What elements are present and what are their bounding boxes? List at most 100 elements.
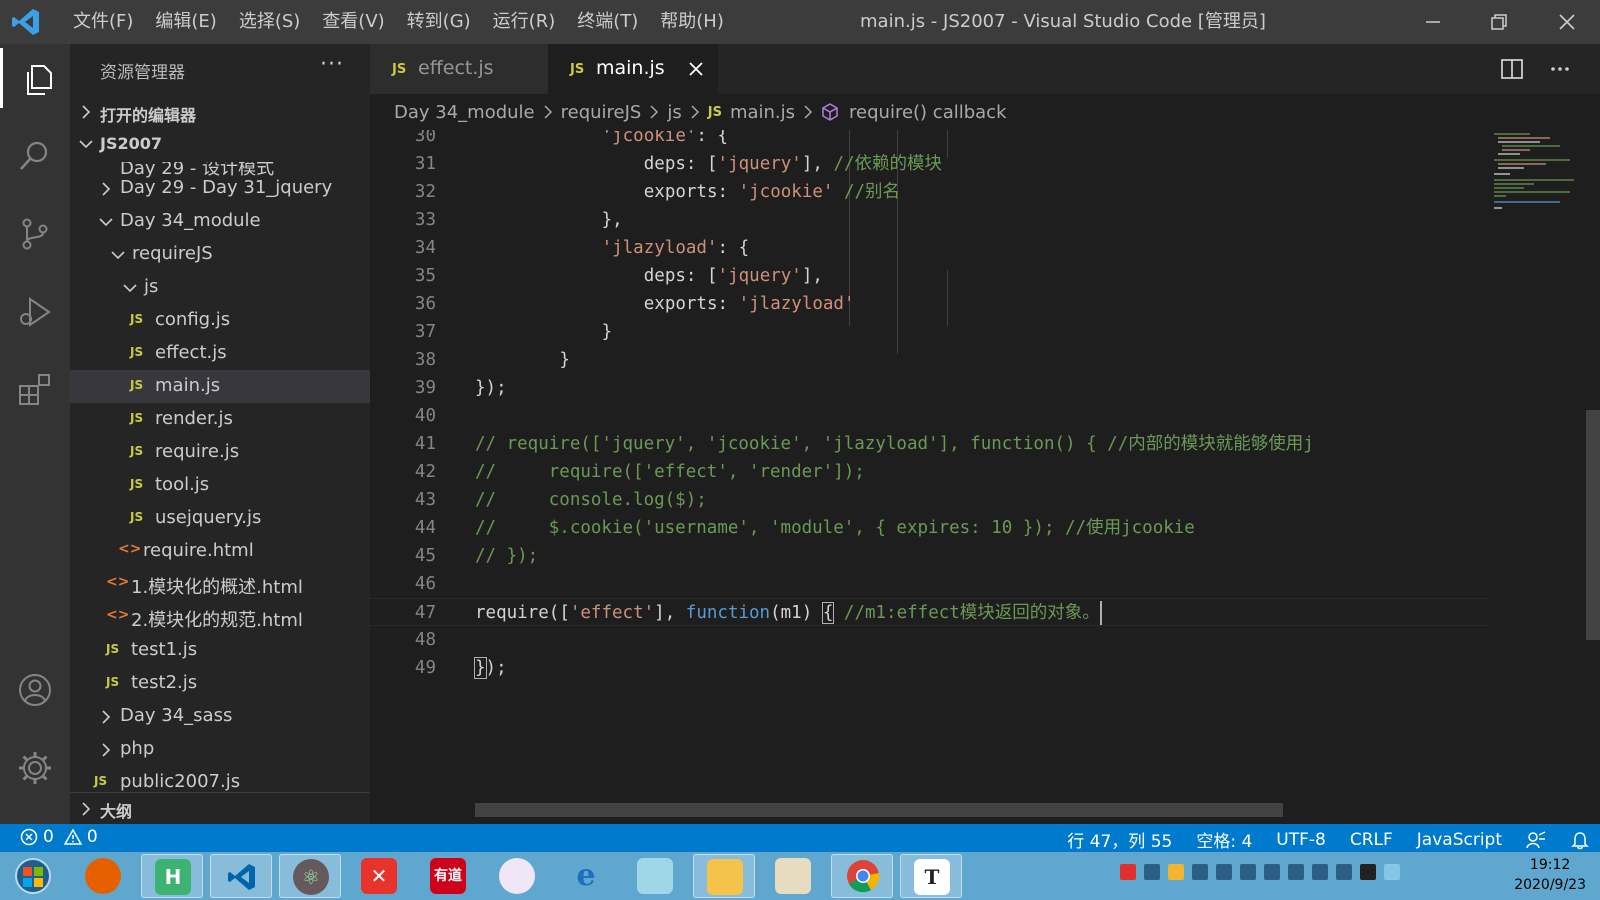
outline-section[interactable]: 大纲 bbox=[70, 792, 370, 824]
tree-item-file[interactable]: <> 1.模块化的概述.html bbox=[70, 568, 370, 601]
line-number: 40 bbox=[414, 406, 436, 426]
tree-item-label: test1.js bbox=[131, 639, 198, 660]
minimize-button[interactable] bbox=[1400, 0, 1466, 44]
code-editor[interactable]: 30 'jcookie': {31 deps: ['jquery'], //依赖… bbox=[370, 130, 1490, 810]
chevron-right-icon bbox=[804, 105, 813, 119]
menu-view[interactable]: 查看(V) bbox=[311, 0, 395, 44]
workspace-root-label: JS2007 bbox=[100, 134, 163, 153]
tree-item-folder[interactable]: js bbox=[70, 271, 370, 304]
breadcrumb: Day 34_module requireJS js JS main.js re… bbox=[370, 94, 1600, 130]
breadcrumb-item[interactable]: js bbox=[667, 102, 681, 123]
clock-time: 19:12 bbox=[1529, 857, 1571, 873]
close-tab-icon[interactable] bbox=[686, 59, 706, 79]
tree-item-file-selected[interactable]: JS main.js bbox=[70, 370, 370, 403]
tree-item-folder[interactable]: Day 29 - Day 31_jquery bbox=[70, 172, 370, 205]
tab-effect-js[interactable]: JS effect.js bbox=[370, 44, 548, 94]
menu-edit[interactable]: 编辑(E) bbox=[144, 0, 227, 44]
settings-activity[interactable] bbox=[0, 736, 70, 796]
taskbar-youdao[interactable]: 有道 bbox=[417, 854, 479, 898]
taskbar-photos[interactable] bbox=[486, 854, 548, 898]
breadcrumb-item[interactable]: requireJS bbox=[561, 102, 642, 123]
problems-indicator[interactable]: 0 0 bbox=[20, 827, 98, 847]
tree-item-file[interactable]: <> 2.模块化的规范.html bbox=[70, 601, 370, 634]
line-number: 34 bbox=[414, 238, 436, 258]
tray-icon bbox=[1168, 864, 1184, 880]
tab-main-js[interactable]: JS main.js bbox=[548, 44, 718, 94]
tree-item-file[interactable]: JS test1.js bbox=[70, 634, 370, 667]
tree-item-file[interactable]: JS test2.js bbox=[70, 667, 370, 700]
taskbar-xmind[interactable]: ✕ bbox=[348, 854, 410, 898]
code-line: 45 // }); bbox=[370, 542, 1490, 570]
indentation[interactable]: 空格: 4 bbox=[1196, 827, 1252, 852]
horizontal-scrollbar[interactable] bbox=[475, 803, 1283, 817]
code-line: 35 deps: ['jquery'], bbox=[370, 262, 1490, 290]
tree-item-label: render.js bbox=[155, 408, 233, 429]
tree-item-folder[interactable]: Day 34_module bbox=[70, 205, 370, 238]
taskbar-explorer[interactable] bbox=[693, 854, 755, 898]
menu-selection[interactable]: 选择(S) bbox=[228, 0, 311, 44]
taskbar-ie[interactable]: e bbox=[555, 854, 617, 898]
menu-terminal[interactable]: 终端(T) bbox=[566, 0, 649, 44]
vertical-scrollbar[interactable] bbox=[1584, 130, 1600, 810]
xmind-icon: ✕ bbox=[361, 858, 397, 894]
run-debug-activity[interactable] bbox=[0, 280, 70, 340]
line-number: 30 bbox=[414, 130, 436, 146]
notepad-icon bbox=[637, 858, 673, 894]
extensions-activity[interactable] bbox=[0, 358, 70, 418]
system-tray[interactable] bbox=[1120, 864, 1480, 888]
accounts-activity[interactable] bbox=[0, 658, 70, 718]
restore-button[interactable] bbox=[1466, 0, 1532, 44]
tree-item-file[interactable]: <> require.html bbox=[70, 535, 370, 568]
explorer-more-button[interactable]: ··· bbox=[320, 52, 344, 77]
workspace-root-section[interactable]: JS2007 bbox=[70, 128, 370, 160]
cursor-position[interactable]: 行 47，列 55 bbox=[1067, 827, 1172, 852]
code-text: exports: 'jcookie' //别名 bbox=[643, 182, 901, 202]
taskbar-notepad[interactable] bbox=[624, 854, 686, 898]
minimap[interactable] bbox=[1490, 130, 1584, 810]
menu-file[interactable]: 文件(F) bbox=[62, 0, 144, 44]
bell-icon[interactable] bbox=[1570, 830, 1590, 850]
breadcrumb-item[interactable]: Day 34_module bbox=[394, 102, 535, 123]
more-actions-icon[interactable] bbox=[1548, 57, 1572, 81]
scrollbar-thumb[interactable] bbox=[1586, 410, 1600, 640]
tree-item-label: effect.js bbox=[155, 342, 227, 363]
taskbar-typora[interactable]: T bbox=[900, 854, 962, 898]
end-of-line[interactable]: CRLF bbox=[1350, 830, 1393, 850]
taskbar-chrome[interactable] bbox=[831, 854, 893, 898]
tree-item-file[interactable]: JS effect.js bbox=[70, 337, 370, 370]
menu-help[interactable]: 帮助(H) bbox=[649, 0, 735, 44]
tree-item-label: require.js bbox=[155, 441, 240, 462]
breadcrumb-item[interactable]: main.js bbox=[730, 102, 795, 123]
taskbar-firefox[interactable] bbox=[72, 854, 134, 898]
menu-run[interactable]: 运行(R) bbox=[482, 0, 567, 44]
taskbar-paint[interactable] bbox=[762, 854, 824, 898]
tree-item-file[interactable]: JS usejquery.js bbox=[70, 502, 370, 535]
tree-item-folder[interactable]: php bbox=[70, 733, 370, 766]
feedback-icon[interactable] bbox=[1526, 830, 1546, 850]
js-file-icon: JS bbox=[570, 62, 585, 77]
explorer-activity[interactable] bbox=[0, 48, 70, 108]
tree-item-folder[interactable]: Day 34_sass bbox=[70, 700, 370, 733]
split-editor-icon[interactable] bbox=[1500, 57, 1524, 81]
taskbar-atom[interactable]: ⚛ bbox=[279, 854, 341, 898]
line-number: 48 bbox=[414, 630, 436, 650]
menu-go[interactable]: 转到(G) bbox=[396, 0, 482, 44]
tree-item-file[interactable]: JS public2007.js bbox=[70, 766, 370, 792]
language-mode[interactable]: JavaScript bbox=[1417, 830, 1502, 850]
tree-item-file[interactable]: JS config.js bbox=[70, 304, 370, 337]
open-editors-section[interactable]: 打开的编辑器 bbox=[70, 96, 370, 128]
encoding[interactable]: UTF-8 bbox=[1276, 830, 1326, 850]
search-activity[interactable] bbox=[0, 124, 70, 184]
taskbar-hbuilder[interactable]: H bbox=[141, 854, 203, 898]
taskbar-vscode[interactable] bbox=[210, 854, 272, 898]
close-window-button[interactable] bbox=[1534, 0, 1600, 44]
tree-item-folder[interactable]: requireJS bbox=[70, 238, 370, 271]
breadcrumb-item[interactable]: require() callback bbox=[849, 102, 1006, 123]
source-control-activity[interactable] bbox=[0, 202, 70, 262]
taskbar-clock[interactable]: 19:12 2020/9/23 bbox=[1514, 855, 1586, 895]
start-button[interactable] bbox=[2, 854, 64, 898]
extensions-icon bbox=[19, 374, 50, 405]
tree-item-file[interactable]: JS tool.js bbox=[70, 469, 370, 502]
tree-item-file[interactable]: JS require.js bbox=[70, 436, 370, 469]
tree-item-file[interactable]: JS render.js bbox=[70, 403, 370, 436]
